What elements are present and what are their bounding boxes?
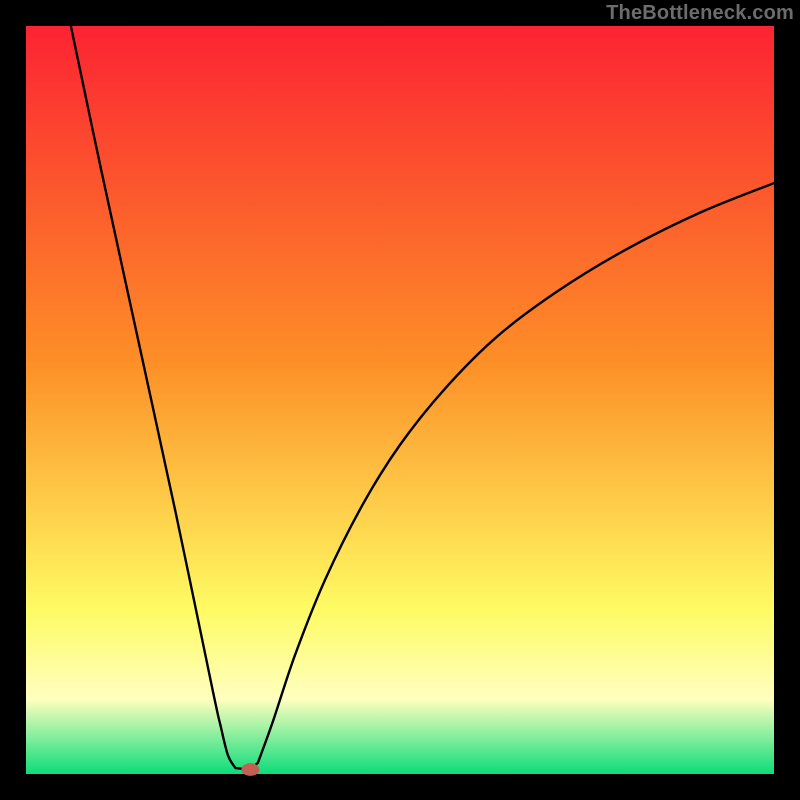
optimum-marker bbox=[241, 763, 259, 776]
plot-area bbox=[26, 26, 774, 774]
chart-container: TheBottleneck.com bbox=[0, 0, 800, 800]
bottleneck-chart bbox=[0, 0, 800, 800]
attribution-label: TheBottleneck.com bbox=[606, 2, 794, 25]
